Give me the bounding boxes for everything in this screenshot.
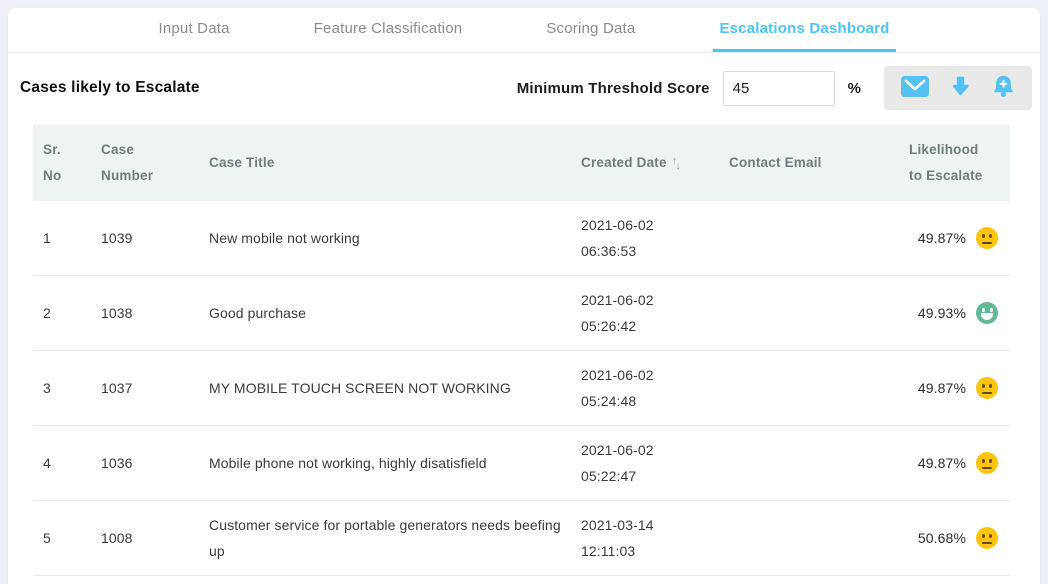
action-bar [884,66,1032,110]
cell-contact-email [719,501,899,576]
tab-feature-classification[interactable]: Feature Classification [308,8,469,52]
bell-plus-icon [992,75,1015,101]
table-body: 1 1039 New mobile not working 2021-06-02… [33,201,1010,584]
cell-likelihood: 49.87% [899,351,1010,426]
table-row: 2 1038 Good purchase 2021-06-02 05:26:42… [33,276,1010,351]
download-icon [951,76,970,100]
email-button[interactable] [890,76,940,100]
cell-likelihood: 49.93% [899,276,1010,351]
cell-sr-no: 6 [33,576,91,584]
cell-created-date: 2021-06-02 05:24:48 [571,351,719,426]
likelihood-value: 50.68% [918,525,966,551]
tab-escalations-dashboard[interactable]: Escalations Dashboard [713,8,895,52]
cell-case-title: Good purchase [199,276,571,351]
cell-case-number: 1039 [91,201,199,276]
cell-case-number: 1038 [91,276,199,351]
page-header: Cases likely to Escalate Minimum Thresho… [8,53,1040,123]
download-button[interactable] [940,76,981,100]
table-header: Sr. No Case Number Case Title Created Da… [33,125,1010,201]
cell-case-title: Customer service for portable generators… [199,501,571,576]
cell-sr-no: 2 [33,276,91,351]
notify-button[interactable] [981,75,1026,101]
tab-bar: Input Data Feature Classification Scorin… [8,8,1040,53]
cell-likelihood: 50.68% [899,501,1010,576]
cell-sr-no: 1 [33,201,91,276]
percent-sign: % [848,80,861,97]
email-icon [901,76,929,100]
col-likelihood: Likelihood to Escalate [899,125,1010,201]
col-created-date-label: Created Date [581,155,667,170]
main-card: Input Data Feature Classification Scorin… [8,8,1040,584]
sort-icon[interactable]: ↑↓ [672,158,681,170]
cell-case-title: New mobile not working [199,201,571,276]
col-case-number: Case Number [91,125,199,201]
cell-case-title: Motor design hindering performance [199,576,571,584]
cell-case-number: 1037 [91,351,199,426]
cell-sr-no: 3 [33,351,91,426]
likelihood-value: 49.87% [918,225,966,251]
likelihood-value: 49.87% [918,450,966,476]
cell-created-date: 2021-06-02 05:22:47 [571,426,719,501]
cell-created-date: 2021-06-02 06:36:53 [571,201,719,276]
cell-contact-email [719,351,899,426]
mood-emoji [976,527,998,549]
threshold-label: Minimum Threshold Score [517,80,710,97]
mood-emoji [976,302,998,324]
col-created-date[interactable]: Created Date ↑↓ [571,125,719,201]
cell-case-title: Mobile phone not working, highly disatis… [199,426,571,501]
table-row: 5 1008 Customer service for portable gen… [33,501,1010,576]
cell-contact-email [719,576,899,584]
cell-created-date: 2021-03-14 12:11:03 [571,576,719,584]
cell-contact-email [719,276,899,351]
cell-likelihood: 49.87% [899,426,1010,501]
cell-sr-no: 5 [33,501,91,576]
table-row: 6 1025 Motor design hindering performanc… [33,576,1010,584]
threshold-input[interactable] [723,71,835,106]
col-sr-no: Sr. No [33,125,91,201]
cell-case-number: 1036 [91,426,199,501]
threshold-group: Minimum Threshold Score % [517,66,1032,110]
cell-contact-email [719,201,899,276]
col-contact-email: Contact Email [719,125,899,201]
tab-scoring-data[interactable]: Scoring Data [540,8,641,52]
mood-emoji [976,377,998,399]
mood-emoji [976,452,998,474]
tab-input-data[interactable]: Input Data [152,8,235,52]
likelihood-value: 49.93% [918,300,966,326]
cell-likelihood: 49.87% [899,201,1010,276]
cell-created-date: 2021-06-02 05:26:42 [571,276,719,351]
cell-contact-email [719,426,899,501]
cell-case-number: 1025 [91,576,199,584]
table-section: Sr. No Case Number Case Title Created Da… [8,123,1040,584]
page-title: Cases likely to Escalate [20,79,200,97]
cell-case-title: MY MOBILE TOUCH SCREEN NOT WORKING [199,351,571,426]
cases-table: Sr. No Case Number Case Title Created Da… [33,125,1010,584]
likelihood-value: 49.87% [918,375,966,401]
table-row: 3 1037 MY MOBILE TOUCH SCREEN NOT WORKIN… [33,351,1010,426]
cell-created-date: 2021-03-14 12:11:03 [571,501,719,576]
col-case-title: Case Title [199,125,571,201]
table-row: 4 1036 Mobile phone not working, highly … [33,426,1010,501]
cell-case-number: 1008 [91,501,199,576]
mood-emoji [976,227,998,249]
table-row: 1 1039 New mobile not working 2021-06-02… [33,201,1010,276]
cell-sr-no: 4 [33,426,91,501]
cell-likelihood: 50.68% [899,576,1010,584]
